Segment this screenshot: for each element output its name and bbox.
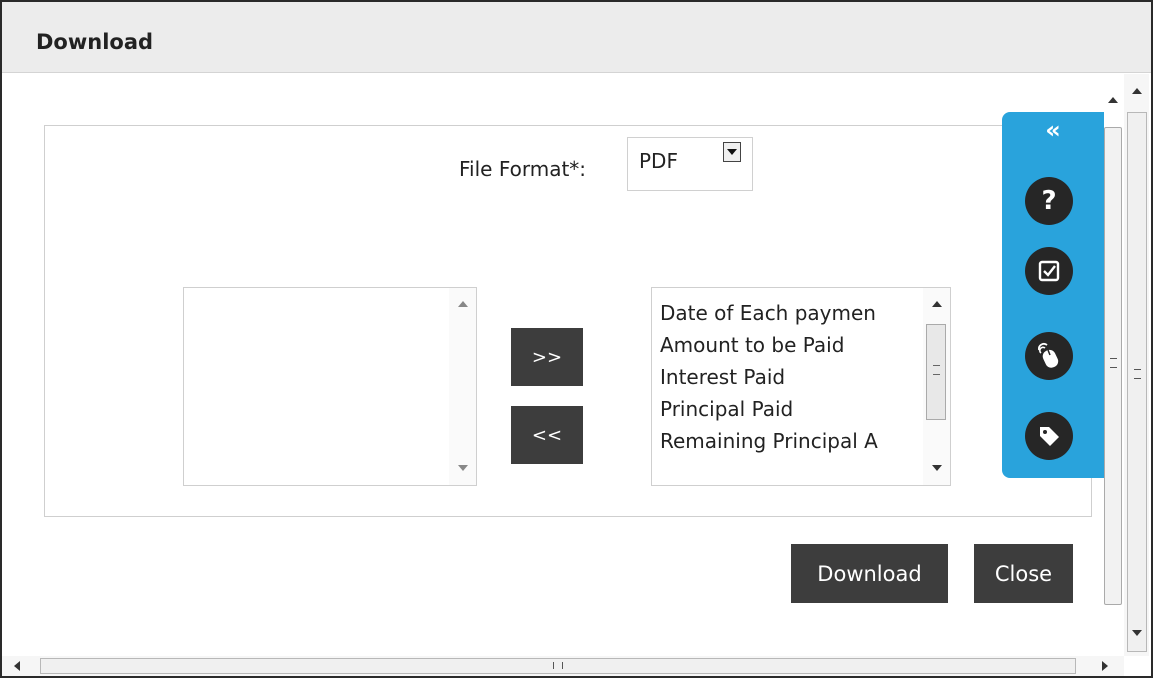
page-horizontal-scrollbar[interactable]: [2, 656, 1124, 676]
available-list-scrollbar[interactable]: [449, 288, 476, 485]
mouse-click-glyph: [1038, 343, 1059, 368]
scroll-up-icon[interactable]: [932, 301, 942, 307]
scroll-right-icon[interactable]: [1102, 661, 1108, 671]
selected-columns-list[interactable]: Date of Each paymen Amount to be Paid In…: [651, 287, 951, 486]
scroll-left-icon[interactable]: [14, 661, 20, 671]
content-scrollbar[interactable]: [1102, 87, 1124, 605]
chevron-down-icon[interactable]: [723, 142, 741, 162]
scroll-down-icon[interactable]: [932, 465, 942, 471]
scroll-up-icon[interactable]: [458, 301, 468, 307]
scroll-down-icon[interactable]: [458, 465, 468, 471]
scroll-thumb[interactable]: [1104, 127, 1122, 605]
list-item[interactable]: Amount to be Paid: [660, 332, 878, 364]
collapse-icon[interactable]: «: [1040, 116, 1066, 144]
dialog-title: Download: [36, 30, 154, 54]
help-icon[interactable]: ?: [1025, 177, 1073, 225]
add-columns-button[interactable]: >>: [511, 328, 583, 386]
scroll-thumb[interactable]: [926, 324, 946, 420]
selected-columns-options: Date of Each paymen Amount to be Paid In…: [660, 300, 878, 460]
list-item[interactable]: Principal Paid: [660, 396, 878, 428]
list-item[interactable]: Remaining Principal A: [660, 428, 878, 460]
download-button[interactable]: Download: [791, 544, 948, 603]
available-columns-list[interactable]: [183, 287, 477, 486]
list-item[interactable]: Interest Paid: [660, 364, 878, 396]
checkbox-glyph: [1038, 260, 1060, 282]
scroll-down-icon[interactable]: [1132, 630, 1142, 636]
help-glyph: ?: [1041, 186, 1057, 216]
scroll-up-icon[interactable]: [1108, 97, 1118, 103]
list-item[interactable]: Date of Each paymen: [660, 300, 878, 332]
file-format-label: File Format*:: [459, 157, 587, 181]
scroll-thumb[interactable]: [1127, 112, 1147, 652]
close-button[interactable]: Close: [974, 544, 1073, 603]
selected-list-scrollbar[interactable]: [923, 288, 950, 485]
scroll-up-icon[interactable]: [1132, 88, 1142, 94]
tag-icon[interactable]: [1025, 412, 1073, 460]
dialog-titlebar: Download: [2, 2, 1151, 73]
mouse-click-icon[interactable]: [1025, 332, 1073, 380]
file-format-select[interactable]: PDF: [627, 137, 753, 191]
page-vertical-scrollbar[interactable]: [1124, 74, 1149, 656]
file-format-value: PDF: [639, 149, 678, 173]
download-dialog: Download File Format*: PDF >> << Date of…: [0, 0, 1153, 678]
remove-columns-button[interactable]: <<: [511, 406, 583, 464]
scroll-thumb[interactable]: [40, 658, 1076, 674]
tag-glyph: [1040, 427, 1059, 446]
help-sidebar: « ?: [1002, 112, 1104, 478]
checkbox-icon[interactable]: [1025, 247, 1073, 295]
